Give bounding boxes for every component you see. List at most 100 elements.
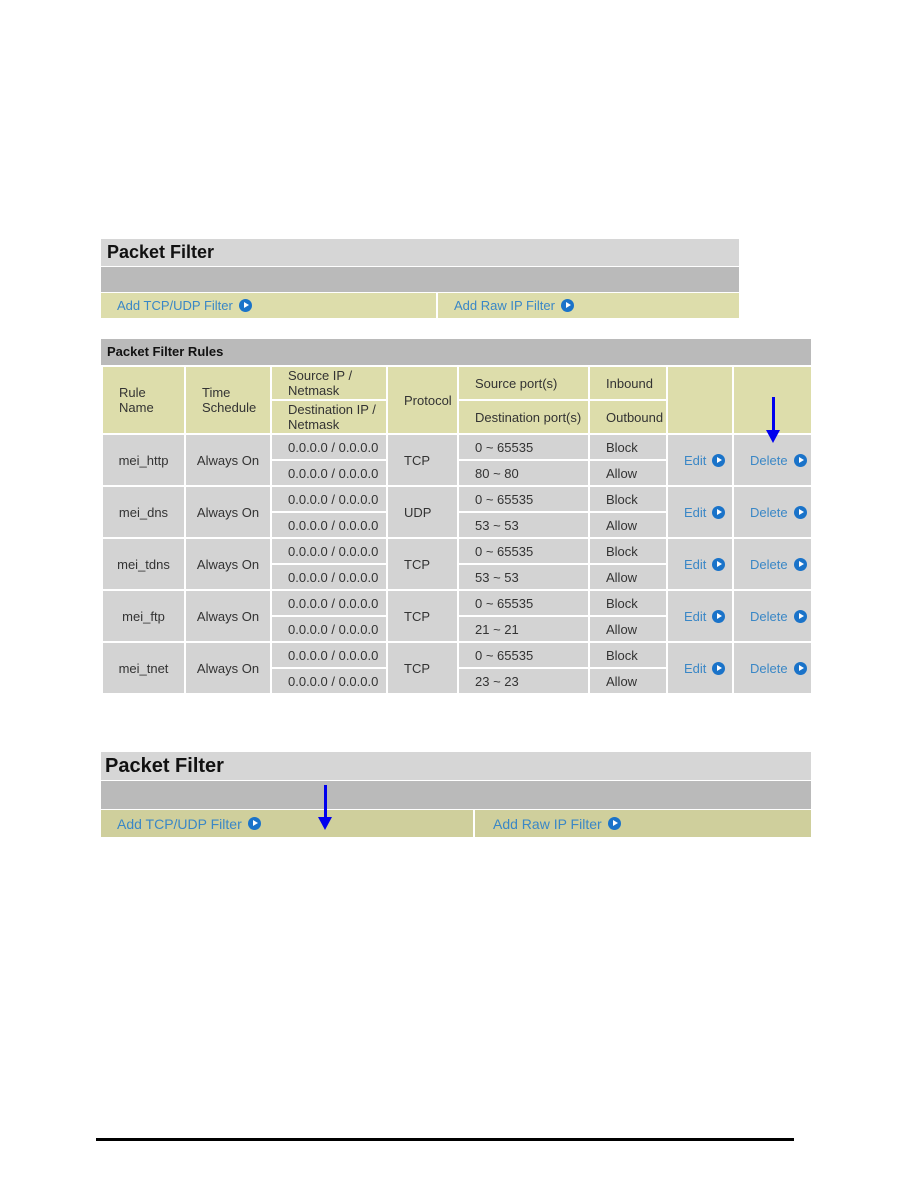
go-arrow-icon[interactable]	[793, 557, 807, 571]
go-arrow-icon[interactable]	[793, 505, 807, 519]
panel-title: Packet Filter	[101, 239, 739, 267]
go-arrow-icon[interactable]	[712, 661, 726, 675]
delete-rule-link[interactable]: Delete	[750, 505, 807, 520]
edit-rule-link[interactable]: Edit	[684, 608, 726, 624]
rule-inbound: Block	[588, 433, 668, 461]
go-arrow-icon[interactable]	[793, 661, 807, 675]
rule-source-port: 0 ~ 65535	[457, 485, 590, 513]
delete-rule-link[interactable]: Delete	[750, 661, 807, 676]
header-outbound: Outbound	[588, 399, 668, 435]
rule-outbound: Allow	[588, 667, 668, 695]
rule-name: mei_dns	[101, 485, 186, 539]
rule-name: mei_ftp	[101, 589, 186, 643]
delete-rule-link[interactable]: Delete	[750, 557, 807, 572]
add-raw-ip-cell: Add Raw IP Filter	[436, 293, 739, 318]
packet-filter-panel-top: Packet Filter Add TCP/UDP Filter Add Raw…	[101, 239, 739, 318]
rule-source-ip: 0.0.0.0 / 0.0.0.0	[270, 641, 388, 669]
header-source-ports: Source port(s)	[457, 365, 590, 401]
edit-rule-link[interactable]: Edit	[684, 452, 726, 468]
go-arrow-icon[interactable]	[607, 817, 621, 830]
header-destination-ip: Destination IP / Netmask	[270, 399, 388, 435]
go-arrow-icon[interactable]	[560, 299, 574, 312]
rule-schedule: Always On	[184, 433, 272, 487]
edit-cell: Edit	[666, 641, 734, 695]
link-label: Edit	[684, 504, 707, 520]
link-label: Edit	[684, 556, 707, 572]
edit-rule-link[interactable]: Edit	[684, 504, 726, 520]
rule-destination-ip: 0.0.0.0 / 0.0.0.0	[270, 615, 388, 643]
go-arrow-icon[interactable]	[712, 609, 726, 623]
add-raw-ip-cell: Add Raw IP Filter	[473, 810, 811, 837]
header-destination-ports: Destination port(s)	[457, 399, 590, 435]
header-time-schedule: Time Schedule	[184, 365, 272, 435]
add-raw-ip-filter-link[interactable]: Add Raw IP Filter	[493, 816, 621, 832]
rule-destination-port: 21 ~ 21	[457, 615, 590, 643]
rule-source-ip: 0.0.0.0 / 0.0.0.0	[270, 485, 388, 513]
rule-source-ip: 0.0.0.0 / 0.0.0.0	[270, 433, 388, 461]
rule-schedule: Always On	[184, 485, 272, 539]
rule-source-port: 0 ~ 65535	[457, 537, 590, 565]
header-protocol: Protocol	[386, 365, 459, 435]
link-label: Edit	[684, 452, 707, 468]
table-row: mei_http Always On 0.0.0.0 / 0.0.0.0 TCP 0 ~…	[101, 433, 813, 487]
table-row: mei_tdns Always On 0.0.0.0 / 0.0.0.0 TCP 0 ~…	[101, 537, 813, 591]
delete-rule-link[interactable]: Delete	[750, 609, 807, 624]
edit-cell: Edit	[666, 433, 734, 487]
edit-rule-link[interactable]: Edit	[684, 556, 726, 572]
rule-destination-ip: 0.0.0.0 / 0.0.0.0	[270, 459, 388, 487]
rule-source-ip: 0.0.0.0 / 0.0.0.0	[270, 537, 388, 565]
packet-filter-rules: Packet Filter Rules Rule Name Time Sched…	[101, 339, 813, 695]
rule-inbound: Block	[588, 641, 668, 669]
rule-protocol: TCP	[386, 589, 459, 643]
go-arrow-icon[interactable]	[793, 453, 807, 467]
go-arrow-icon[interactable]	[712, 505, 726, 519]
packet-filter-panel-bottom: Packet Filter Add TCP/UDP Filter Add Raw…	[101, 752, 811, 837]
rule-schedule: Always On	[184, 641, 272, 695]
header-rule-name: Rule Name	[101, 365, 186, 435]
rule-destination-port: 23 ~ 23	[457, 667, 590, 695]
go-arrow-icon[interactable]	[247, 817, 261, 830]
rule-outbound: Allow	[588, 563, 668, 591]
rule-destination-port: 53 ~ 53	[457, 511, 590, 539]
go-arrow-icon[interactable]	[712, 557, 726, 571]
annotation-arrow-delete	[766, 397, 780, 443]
rules-title: Packet Filter Rules	[101, 339, 811, 365]
rules-table: Rule Name Time Schedule Source IP / Netm…	[101, 365, 813, 695]
header-edit-blank	[666, 365, 734, 435]
link-label: Add Raw IP Filter	[454, 298, 555, 313]
go-arrow-icon[interactable]	[793, 609, 807, 623]
link-label: Delete	[750, 452, 788, 468]
edit-rule-link[interactable]: Edit	[684, 660, 726, 676]
rule-inbound: Block	[588, 589, 668, 617]
rule-destination-port: 53 ~ 53	[457, 563, 590, 591]
rule-inbound: Block	[588, 537, 668, 565]
go-arrow-icon[interactable]	[238, 299, 252, 312]
go-arrow-icon[interactable]	[712, 453, 726, 467]
link-label: Delete	[750, 504, 788, 520]
table-row: mei_tnet Always On 0.0.0.0 / 0.0.0.0 TCP 0 ~…	[101, 641, 813, 695]
link-label: Edit	[684, 660, 707, 676]
edit-cell: Edit	[666, 537, 734, 591]
rule-protocol: TCP	[386, 537, 459, 591]
rule-schedule: Always On	[184, 537, 272, 591]
header-inbound: Inbound	[588, 365, 668, 401]
rule-source-port: 0 ~ 65535	[457, 641, 590, 669]
link-label: Edit	[684, 608, 707, 624]
add-tcp-udp-filter-link[interactable]: Add TCP/UDP Filter	[117, 816, 261, 832]
rule-source-ip: 0.0.0.0 / 0.0.0.0	[270, 589, 388, 617]
rule-name: mei_tdns	[101, 537, 186, 591]
link-label: Add TCP/UDP Filter	[117, 815, 242, 832]
rule-name: mei_http	[101, 433, 186, 487]
rule-source-port: 0 ~ 65535	[457, 589, 590, 617]
delete-cell: Delete	[732, 589, 813, 643]
add-tcp-udp-cell: Add TCP/UDP Filter	[101, 810, 473, 837]
delete-rule-link[interactable]: Delete	[750, 453, 807, 468]
table-row: mei_dns Always On 0.0.0.0 / 0.0.0.0 UDP 0 ~ …	[101, 485, 813, 539]
rule-outbound: Allow	[588, 511, 668, 539]
rule-name: mei_tnet	[101, 641, 186, 695]
link-label: Delete	[750, 660, 788, 676]
rule-schedule: Always On	[184, 589, 272, 643]
header-source-ip: Source IP / Netmask	[270, 365, 388, 401]
add-tcp-udp-filter-link[interactable]: Add TCP/UDP Filter	[117, 298, 252, 313]
add-raw-ip-filter-link[interactable]: Add Raw IP Filter	[454, 298, 574, 313]
